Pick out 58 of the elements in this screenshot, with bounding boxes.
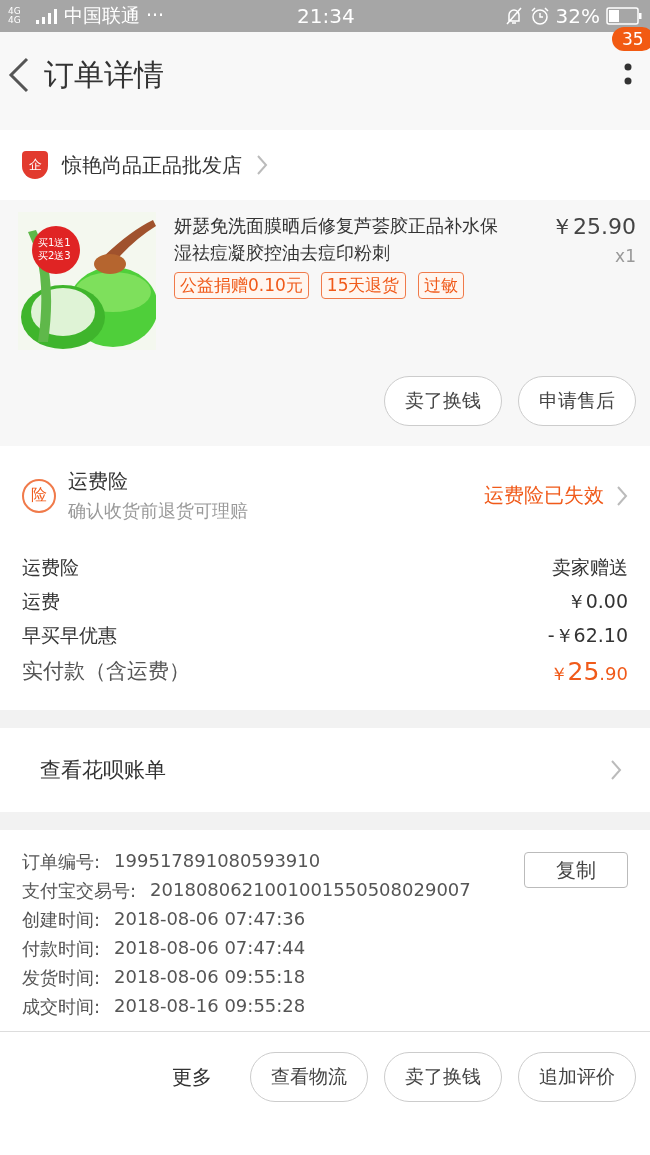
info-label: 成交时间: [22,995,101,1019]
info-value: 2018-08-06 09:55:18 [114,966,306,989]
shop-shield-icon: 企 [22,151,48,179]
notification-badge: 35 [612,27,650,51]
signal-icon [36,8,58,24]
fee-value: -￥62.10 [547,623,628,648]
total-amount: ￥25.90 [549,657,628,686]
copy-button[interactable]: 复制 [524,852,628,888]
fee-value: ￥0.00 [566,589,628,614]
chevron-right-icon [610,759,622,781]
battery-percent: 32% [555,4,600,28]
insurance-status: 运费险已失效 [484,482,604,509]
info-value: 199517891080593910 [114,850,321,873]
info-label: 支付宝交易号: [22,879,137,903]
battery-icon [606,7,642,25]
insurance-title: 运费险 [68,468,129,495]
action-button[interactable]: 申请售后 [518,376,636,426]
info-label: 订单编号: [22,850,101,874]
clock-time: 21:34 [297,4,355,28]
more-link[interactable]: 更多 [172,1052,212,1102]
alarm-icon [529,6,550,26]
action-button[interactable]: 卖了换钱 [384,1052,502,1102]
huabei-row[interactable]: 查看花呗账单 [0,710,650,830]
info-value: 2018-08-06 07:47:36 [114,908,306,931]
insurance-subtitle: 确认收货前退货可理赔 [68,499,248,523]
product-tag: 过敏 [417,272,464,299]
info-value: 2018-08-06 07:47:44 [114,937,306,960]
action-button[interactable]: 追加评价 [518,1052,636,1102]
info-value: 2018080621001001550508029007 [150,879,471,902]
info-label: 发货时间: [22,966,101,990]
product-tag: 15天退货 [320,272,406,299]
total-label: 实付款（含运费） [22,658,190,685]
page-title: 订单详情 [44,55,164,94]
fee-label: 早买早优惠 [22,623,117,648]
carrier-label: 中国联通 ··· [64,3,165,28]
product-price: ￥25.90 [551,213,636,241]
action-button[interactable]: 查看物流 [250,1052,368,1102]
shop-name: 惊艳尚品正品批发店 [62,151,242,179]
action-button[interactable]: 卖了换钱 [384,376,502,426]
chevron-right-icon [256,154,268,176]
signal-label: 4G 4G [8,7,22,25]
fee-label: 运费险 [22,555,79,580]
bell-off-icon [503,6,524,26]
product-title[interactable]: 妍瑟免洗面膜晒后修复芦荟胶正品补水保湿祛痘凝胶控油去痘印粉刺 [174,212,504,266]
promo-label: 买1送1 [38,237,71,250]
chevron-right-icon [616,484,628,507]
info-label: 创建时间: [22,908,101,932]
fee-value: 卖家赠送 [552,555,628,580]
promo-label: 买2送3 [38,249,71,262]
insurance-icon: 险 [22,478,56,513]
product-quantity: x1 [615,246,636,266]
info-value: 2018-08-16 09:55:28 [114,995,306,1018]
info-label: 付款时间: [22,937,101,961]
insurance-row[interactable]: 险 运费险 确认收货前退货可理赔 运费险已失效 [0,446,650,545]
huabei-label: 查看花呗账单 [40,757,166,784]
fee-label: 运费 [22,589,60,614]
back-icon[interactable] [8,57,30,93]
product-tag: 公益捐赠0.10元 [174,272,309,299]
